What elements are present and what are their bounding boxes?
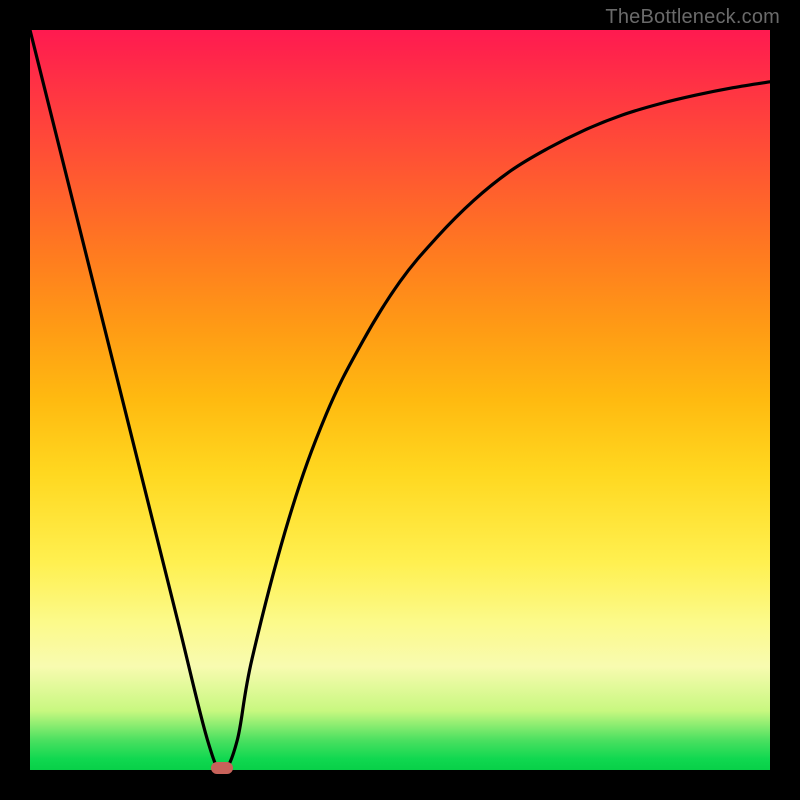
plot-area	[30, 30, 770, 770]
chart-frame: TheBottleneck.com	[0, 0, 800, 800]
watermark-text: TheBottleneck.com	[605, 6, 780, 29]
minimum-marker	[211, 762, 233, 774]
bottleneck-curve	[30, 30, 770, 770]
